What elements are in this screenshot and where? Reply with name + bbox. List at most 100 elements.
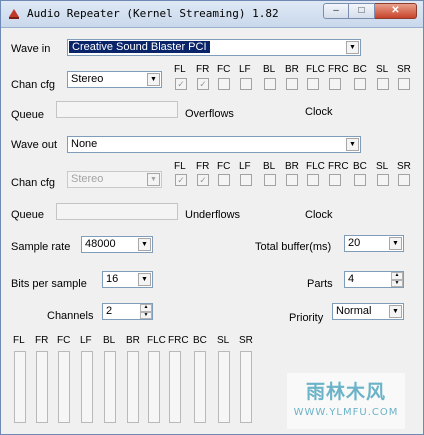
- meter-label-sl: SL: [217, 335, 230, 346]
- channel-header-sr: SR: [397, 161, 411, 172]
- total-buffer-value: 20: [348, 237, 361, 249]
- channel-header-fl: FL: [174, 161, 186, 172]
- close-button[interactable]: ✕: [375, 3, 417, 19]
- wave-out-value: None: [71, 138, 98, 150]
- channel-checkbox-lf: [240, 174, 252, 186]
- chevron-down-icon: ▼: [147, 173, 160, 186]
- channel-header-bl: BL: [263, 64, 276, 75]
- wave-in-select[interactable]: Creative Sound Blaster PCI ▼: [67, 39, 361, 56]
- level-meter-frc: [169, 351, 181, 423]
- priority-value: Normal: [336, 305, 372, 317]
- stepper-up-icon[interactable]: ▲: [140, 304, 152, 312]
- input-chan-cfg-value: Stereo: [71, 73, 104, 85]
- channel-header-br: BR: [285, 64, 299, 75]
- priority-label: Priority: [289, 312, 324, 324]
- parts-stepper[interactable]: 4 ▲ ▼: [344, 271, 404, 288]
- level-meter-bc: [194, 351, 206, 423]
- wave-out-select[interactable]: None ▼: [67, 136, 361, 153]
- channel-header-flc: FLC: [306, 64, 325, 75]
- sample-rate-select[interactable]: 48000 ▼: [81, 236, 153, 253]
- level-meter-fr: [36, 351, 48, 423]
- parts-stepper-buttons: ▲ ▼: [391, 272, 403, 287]
- stepper-down-icon[interactable]: ▼: [140, 311, 152, 319]
- channel-checkbox-br: [286, 78, 298, 90]
- channel-header-fl: FL: [174, 64, 186, 75]
- channel-checkbox-br: [286, 174, 298, 186]
- maximize-button[interactable]: □: [349, 3, 375, 19]
- sample-rate-label: Sample rate: [11, 241, 71, 253]
- channel-header-lf: LF: [239, 161, 251, 172]
- channel-checkbox-fc: [218, 78, 230, 90]
- chevron-down-icon[interactable]: ▼: [147, 73, 160, 86]
- watermark-url: WWW.YLMFU.COM: [293, 407, 399, 418]
- underflows-label: Underflows: [185, 209, 241, 221]
- meter-label-bc: BC: [193, 335, 207, 346]
- chevron-down-icon[interactable]: ▼: [138, 273, 151, 286]
- channel-header-fc: FC: [217, 64, 231, 75]
- sample-rate-value: 48000: [85, 238, 116, 250]
- title-bar[interactable]: Audio Repeater (Kernel Streaming) 1.82 –…: [1, 1, 423, 28]
- channel-checkbox-sr: [398, 78, 410, 90]
- app-icon: [9, 9, 19, 19]
- level-meter-fl: [14, 351, 26, 423]
- caption-buttons: – □ ✕: [323, 3, 417, 20]
- channel-header-fc: FC: [217, 161, 231, 172]
- channels-label: Channels: [47, 310, 94, 322]
- channel-checkbox-sl: [377, 174, 389, 186]
- input-queue-bar: [56, 101, 178, 118]
- wave-in-label: Wave in: [11, 43, 51, 55]
- channel-header-frc: FRC: [328, 64, 349, 75]
- stepper-up-icon[interactable]: ▲: [391, 272, 403, 280]
- chevron-down-icon[interactable]: ▼: [346, 138, 359, 151]
- channel-header-br: BR: [285, 161, 299, 172]
- channel-checkbox-frc: [329, 78, 341, 90]
- channel-header-frc: FRC: [328, 161, 349, 172]
- total-buffer-select[interactable]: 20 ▼: [344, 235, 404, 252]
- level-meter-sl: [218, 351, 230, 423]
- stepper-down-icon[interactable]: ▼: [391, 279, 403, 287]
- bits-per-sample-label: Bits per sample: [11, 278, 87, 290]
- meter-label-lf: LF: [80, 335, 92, 346]
- bits-per-sample-select[interactable]: 16 ▼: [102, 271, 153, 288]
- watermark: 雨林木风 WWW.YLMFU.COM: [287, 373, 405, 429]
- channel-header-fr: FR: [196, 64, 210, 75]
- level-meter-bl: [104, 351, 116, 423]
- channel-header-fr: FR: [196, 161, 210, 172]
- output-queue-bar: [56, 203, 178, 220]
- channel-checkbox-fl: ✓: [175, 78, 187, 90]
- channel-header-sl: SL: [376, 64, 389, 75]
- chevron-down-icon[interactable]: ▼: [346, 41, 359, 54]
- level-meter-lf: [81, 351, 93, 423]
- level-meter-sr: [240, 351, 252, 423]
- channels-stepper[interactable]: 2 ▲ ▼: [102, 303, 153, 320]
- output-clock-label: Clock: [305, 209, 333, 221]
- bits-per-sample-value: 16: [106, 273, 119, 285]
- channel-checkbox-flc: [307, 78, 319, 90]
- channel-header-bc: BC: [353, 64, 367, 75]
- channel-checkbox-bc: [354, 78, 366, 90]
- output-chan-cfg-value: Stereo: [71, 173, 104, 185]
- meter-label-sr: SR: [239, 335, 253, 346]
- channel-header-sr: SR: [397, 64, 411, 75]
- watermark-logo: 雨林木风: [305, 381, 386, 403]
- level-meter-fc: [58, 351, 70, 423]
- meter-label-bl: BL: [103, 335, 116, 346]
- channel-checkbox-bc: [354, 174, 366, 186]
- app-window: Audio Repeater (Kernel Streaming) 1.82 –…: [0, 0, 424, 435]
- chevron-down-icon[interactable]: ▼: [138, 238, 151, 251]
- minimize-button[interactable]: –: [323, 3, 349, 19]
- channel-checkbox-bl: [264, 174, 276, 186]
- chevron-down-icon[interactable]: ▼: [389, 305, 402, 318]
- priority-select[interactable]: Normal ▼: [332, 303, 404, 320]
- wave-out-label: Wave out: [11, 139, 58, 151]
- channel-checkbox-fr: ✓: [197, 78, 209, 90]
- channel-checkbox-fl: ✓: [175, 174, 187, 186]
- channel-checkbox-flc: [307, 174, 319, 186]
- channel-checkbox-fr: ✓: [197, 174, 209, 186]
- chevron-down-icon[interactable]: ▼: [389, 237, 402, 250]
- input-clock-label: Clock: [305, 106, 333, 118]
- channels-stepper-buttons: ▲ ▼: [140, 304, 152, 319]
- window-title: Audio Repeater (Kernel Streaming) 1.82: [27, 7, 279, 20]
- input-chan-cfg-select[interactable]: Stereo ▼: [67, 71, 162, 88]
- meter-label-br: BR: [126, 335, 140, 346]
